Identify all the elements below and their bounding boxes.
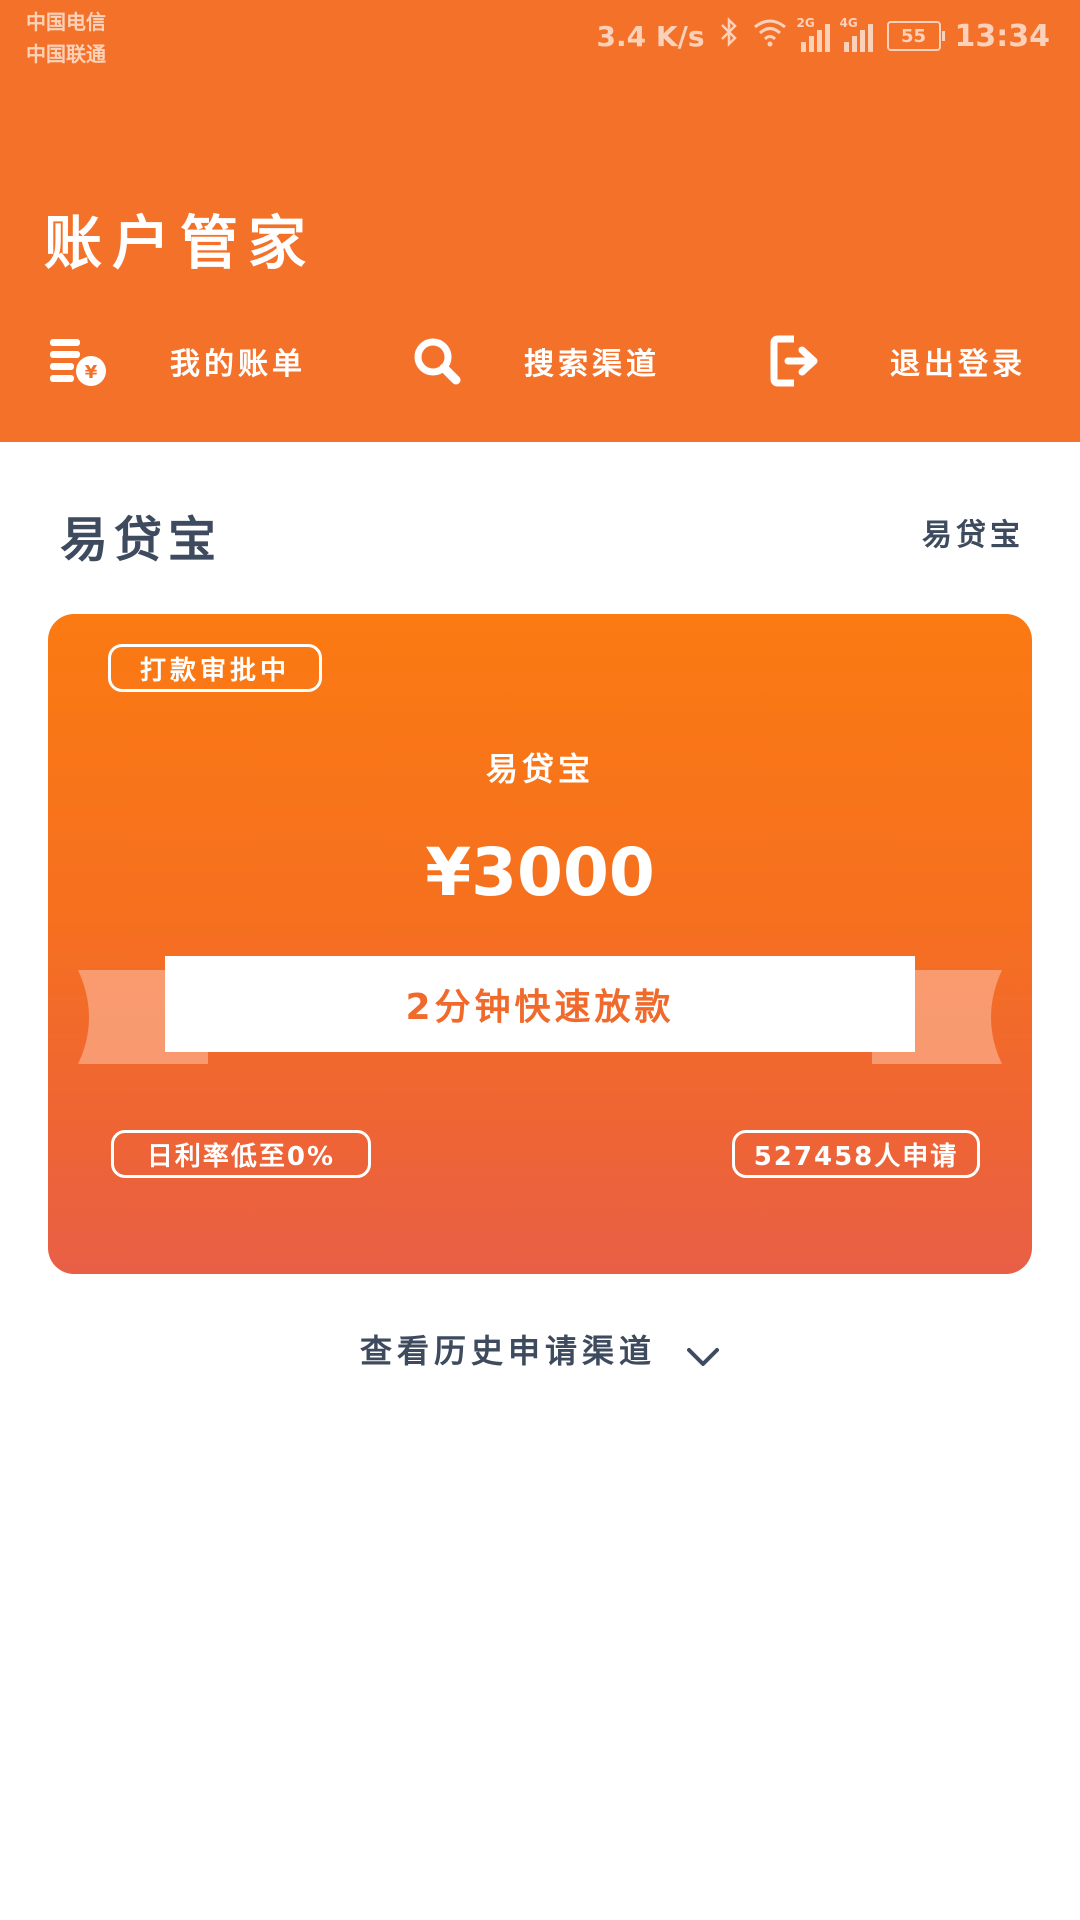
nav-search-channels[interactable]: 搜索渠道 — [412, 330, 660, 392]
approval-status-badge: 打款审批中 — [108, 644, 322, 692]
signal-4g-icon: 4G — [840, 16, 873, 52]
search-icon — [412, 333, 464, 389]
nav-my-bills[interactable]: ¥ 我的账单 — [48, 330, 306, 392]
product-name: 易贷宝 — [485, 750, 594, 788]
status-bar-carriers: 中国电信 中国联通 — [26, 6, 106, 70]
net-speed: 3.4 K/s — [596, 19, 705, 53]
signal-4g-label: 4G — [839, 16, 858, 30]
nav-logout[interactable]: 退出登录 — [770, 330, 1026, 392]
bill-icon: ¥ — [48, 333, 108, 389]
view-history-label: 查看历史申请渠道 — [359, 1332, 656, 1370]
battery-level: 55 — [900, 25, 927, 47]
carrier-2: 中国联通 — [26, 42, 106, 66]
bluetooth-icon — [719, 16, 739, 56]
clock: 13:34 — [954, 18, 1051, 54]
wifi-icon — [753, 17, 787, 55]
loan-card[interactable]: 打款审批中 易贷宝 ¥3000 2分钟快速放款 日利率低至0% 527458人申… — [48, 614, 1032, 1274]
signal-2g-label: 2G — [796, 16, 815, 30]
signal-2g-icon: 2G — [797, 16, 830, 52]
fast-payout-banner: 2分钟快速放款 — [165, 956, 915, 1052]
carrier-1: 中国电信 — [26, 10, 106, 34]
section-title: 易贷宝 — [60, 512, 223, 568]
app-title: 账户管家 — [44, 209, 317, 277]
section-right-label[interactable]: 易贷宝 — [922, 510, 1024, 554]
loan-amount: ¥3000 — [425, 834, 655, 911]
svg-text:¥: ¥ — [85, 362, 98, 383]
status-bar-right: 3.4 K/s 2G 4G 55 13:34 — [597, 16, 1050, 56]
interest-rate-badge: 日利率低至0% — [111, 1130, 371, 1178]
nav-search-channels-label: 搜索渠道 — [524, 347, 660, 382]
nav-logout-label: 退出登录 — [890, 347, 1026, 382]
applicants-badge: 527458人申请 — [732, 1130, 980, 1178]
header: 中国电信 中国联通 3.4 K/s 2G 4G 55 13:34 账户管家 ¥ … — [0, 0, 1080, 442]
logout-icon — [770, 333, 824, 389]
header-nav: ¥ 我的账单 搜索渠道 退出登录 — [0, 330, 1080, 392]
battery-icon: 55 — [886, 21, 945, 51]
chevron-down-icon — [686, 1338, 720, 1366]
nav-my-bills-label: 我的账单 — [170, 347, 306, 382]
view-history-button[interactable]: 查看历史申请渠道 — [0, 1326, 1080, 1372]
